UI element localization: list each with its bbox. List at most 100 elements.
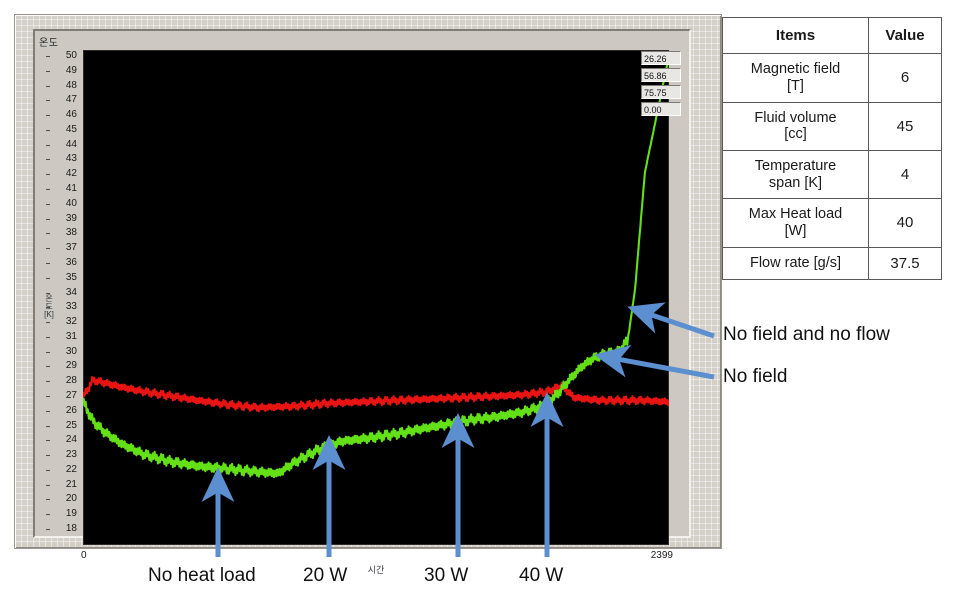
plot-region: 50 49 48 47 46 45 44 43 42 41 40 39 38 37 36 35 34 33 32 31… bbox=[46, 50, 673, 575]
table-row: Fluid volume [cc] 45 bbox=[722, 101, 942, 151]
plot-canvas[interactable] bbox=[83, 50, 669, 545]
y-axis-tick-mark bbox=[46, 218, 50, 220]
labview-front-panel: 온도 온도[K] 5049484746454443424140393837363… bbox=[14, 14, 722, 575]
y-axis-tick-mark bbox=[46, 277, 50, 279]
y-axis-tick-label: 18 bbox=[46, 524, 77, 534]
y-axis-tick-label: 32 bbox=[46, 317, 77, 327]
table-cell-item: Temperature span [K] bbox=[722, 149, 869, 200]
x-axis-min-label: 0 bbox=[81, 550, 87, 561]
trace-svg bbox=[83, 55, 669, 479]
y-axis-tick-mark bbox=[46, 351, 50, 353]
y-axis-tick-label: 34 bbox=[46, 287, 77, 298]
y-axis-tick-mark bbox=[46, 144, 50, 146]
y-axis-tick-mark bbox=[46, 56, 50, 57]
y-axis-tick-label: 35 bbox=[46, 272, 77, 283]
y-axis-tick-mark bbox=[46, 248, 50, 250]
y-axis-tick-label: 47 bbox=[46, 95, 77, 105]
waveform-graph[interactable]: 온도 온도[K] 5049484746454443424140393837363… bbox=[33, 29, 691, 575]
annotation-no-field: No field bbox=[723, 366, 788, 387]
y-axis-tick-mark bbox=[46, 307, 50, 309]
y-axis-tick-label: 43 bbox=[46, 154, 77, 164]
y-axis-tick-mark bbox=[46, 529, 50, 530]
y-axis-tick-label: 39 bbox=[46, 213, 77, 224]
y-axis-tick-mark bbox=[46, 174, 50, 176]
table-header-items: Items bbox=[722, 16, 869, 55]
table-row: Max Heat load [W] 40 bbox=[722, 198, 942, 248]
y-axis-tick-label: 24 bbox=[46, 435, 77, 445]
y-axis-tick-label: 46 bbox=[46, 110, 77, 120]
y-axis-tick-mark bbox=[46, 336, 50, 338]
table-cell-item: Fluid volume [cc] bbox=[722, 101, 869, 151]
table-cell-value: 45 bbox=[868, 101, 942, 151]
table-cell-item: Max Heat load [W] bbox=[722, 198, 869, 248]
y-axis-tick-label: 30 bbox=[46, 346, 77, 357]
y-axis-tick-label: 48 bbox=[46, 80, 77, 91]
y-axis-tick-mark bbox=[46, 85, 50, 87]
y-axis-tick-label: 25 bbox=[46, 420, 77, 431]
y-axis-tick-mark bbox=[46, 366, 50, 368]
y-axis-tick-label: 49 bbox=[46, 65, 77, 76]
y-axis-tick-label: 22 bbox=[46, 464, 77, 475]
y-axis-tick-mark bbox=[46, 395, 50, 397]
x-axis-max-label: 2399 bbox=[650, 550, 673, 561]
numeric-indicator-group: 26.26 56.86 75.75 0.00 bbox=[641, 51, 683, 119]
y-axis-tick-mark bbox=[46, 425, 50, 427]
y-axis-tick-mark bbox=[46, 262, 50, 264]
y-axis-tick-label: 27 bbox=[46, 390, 77, 401]
y-axis-tick-mark bbox=[46, 115, 50, 117]
y-axis-tick-label: 44 bbox=[46, 139, 77, 150]
numeric-indicator-3[interactable]: 0.00 bbox=[641, 102, 681, 116]
table-header-value: Value bbox=[868, 16, 942, 55]
numeric-indicator-2[interactable]: 75.75 bbox=[641, 85, 681, 99]
y-axis-tick-label: 40 bbox=[46, 198, 77, 209]
y-axis-tick-mark bbox=[46, 189, 50, 191]
y-axis-tick-mark bbox=[46, 100, 50, 102]
y-axis-tick-mark bbox=[46, 514, 50, 516]
y-axis-tick-mark bbox=[46, 455, 50, 457]
table-row: Temperature span [K] 4 bbox=[722, 149, 942, 200]
y-axis-tick-mark bbox=[46, 499, 50, 501]
y-axis-tick-label: 50 bbox=[46, 51, 77, 61]
y-axis-tick-label: 42 bbox=[46, 169, 77, 179]
y-axis-tick-mark bbox=[46, 322, 50, 324]
y-axis-tick-mark bbox=[46, 469, 50, 471]
specification-table: Items Value Magnetic field [T] 6 Fluid volu… bbox=[722, 16, 942, 280]
numeric-indicator-1[interactable]: 56.86 bbox=[641, 68, 681, 82]
y-axis-tick-label: 21 bbox=[46, 479, 77, 490]
y-axis-tick-label: 19 bbox=[46, 509, 77, 519]
y-axis-tick-mark bbox=[46, 233, 50, 235]
table-cell-value: 6 bbox=[868, 53, 942, 103]
y-axis-tick-mark bbox=[46, 410, 50, 412]
y-axis-tick-mark bbox=[46, 159, 50, 161]
y-axis-tick-label: 37 bbox=[46, 243, 77, 253]
y-axis-tick-label: 45 bbox=[46, 124, 77, 135]
y-axis-tick-label: 29 bbox=[46, 361, 77, 371]
trace-red bbox=[83, 376, 669, 413]
y-axis-tick-label: 33 bbox=[46, 302, 77, 312]
y-axis-tick-label: 26 bbox=[46, 405, 77, 416]
table-cell-value: 40 bbox=[868, 198, 942, 248]
y-axis-tick-label: 38 bbox=[46, 228, 77, 238]
y-axis-tick-label: 41 bbox=[46, 184, 77, 194]
trace-green bbox=[83, 55, 669, 479]
table-cell-item: Flow rate [g/s] bbox=[722, 246, 869, 280]
y-axis-tick-mark bbox=[46, 292, 50, 294]
y-axis-tick-mark bbox=[46, 70, 50, 72]
y-axis-title: 온도 bbox=[39, 38, 59, 49]
x-axis-ticks: 0 2399 시간 bbox=[81, 547, 673, 575]
annotation-no-field-and-no-flow: No field and no flow bbox=[723, 324, 890, 345]
y-axis-tick-mark bbox=[46, 203, 50, 205]
y-axis-tick-mark bbox=[46, 484, 50, 486]
x-axis-title: 시간 bbox=[367, 565, 385, 575]
y-axis-tick-mark bbox=[46, 129, 50, 131]
table-header-row: Items Value bbox=[722, 16, 942, 55]
y-axis-tick-label: 36 bbox=[46, 257, 77, 268]
table-row: Magnetic field [T] 6 bbox=[722, 53, 942, 103]
y-axis-tick-label: 23 bbox=[46, 450, 77, 460]
y-axis-tick-label: 28 bbox=[46, 376, 77, 386]
numeric-indicator-0[interactable]: 26.26 bbox=[641, 51, 681, 65]
y-axis-tick-label: 31 bbox=[46, 331, 77, 342]
table-cell-value: 37.5 bbox=[868, 246, 942, 280]
table-cell-value: 4 bbox=[868, 149, 942, 200]
y-axis-tick-mark bbox=[46, 440, 50, 442]
